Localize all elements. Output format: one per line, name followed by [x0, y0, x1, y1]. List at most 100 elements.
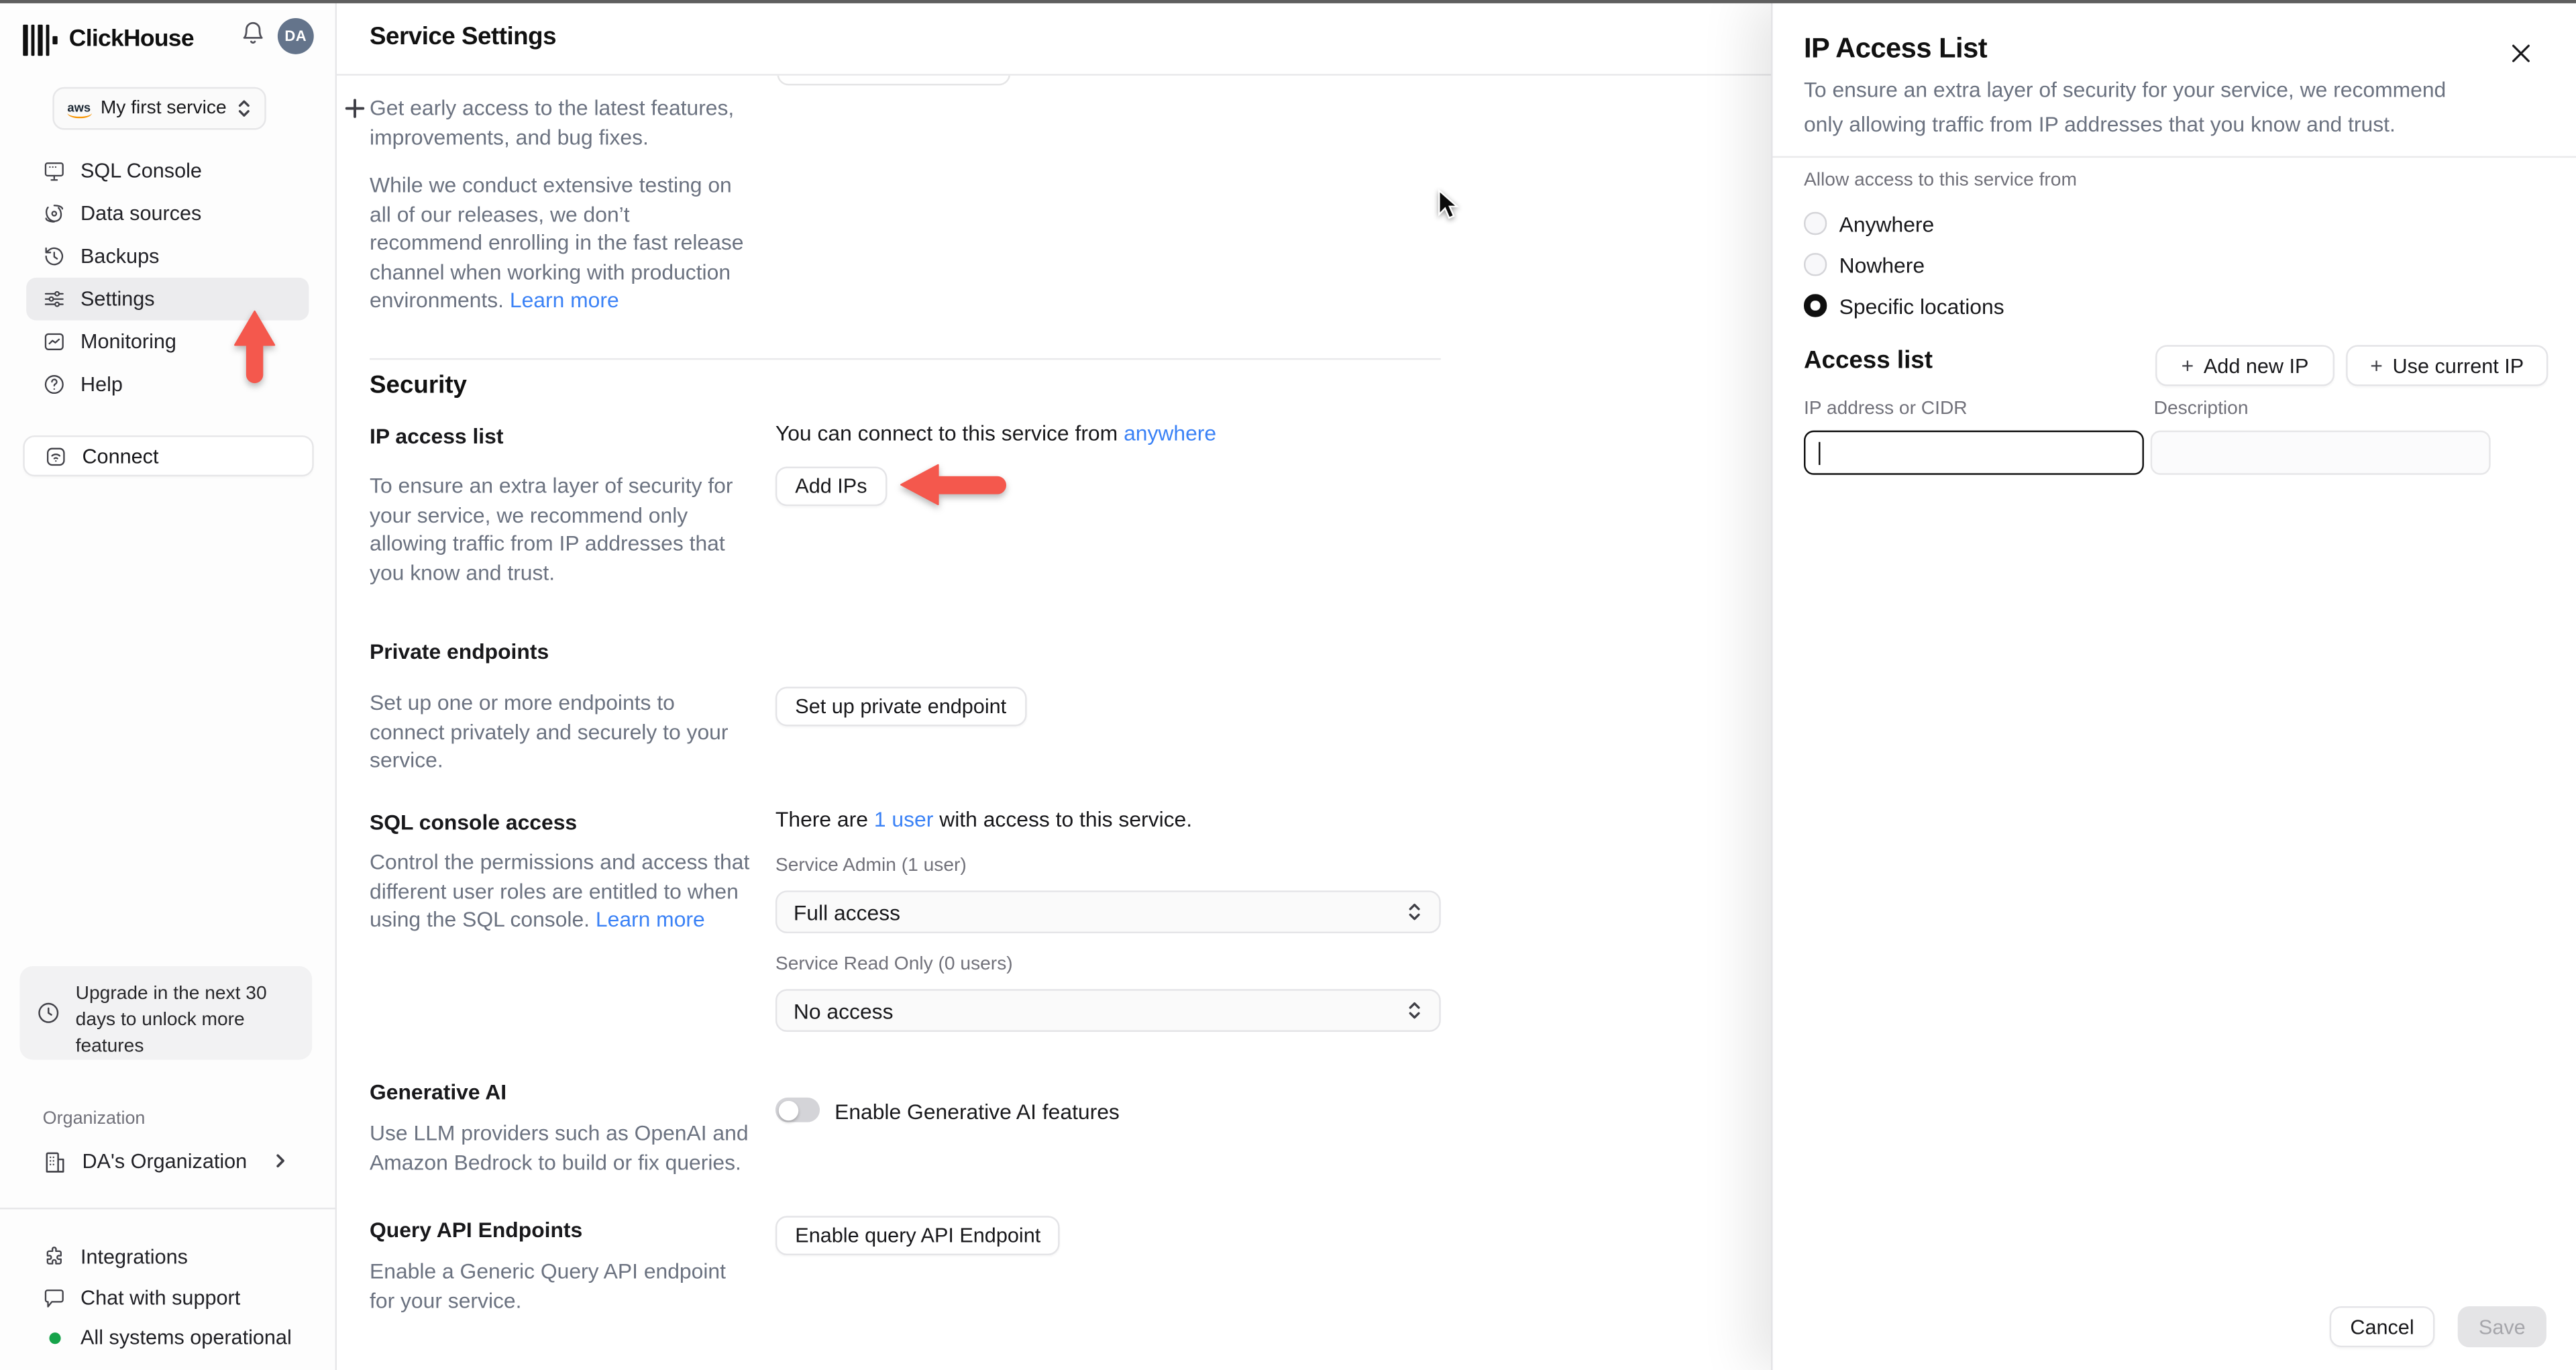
radio-nowhere[interactable]: Nowhere: [1803, 250, 1925, 279]
release-paragraph-2: While we conduct extensive testing on al…: [370, 171, 744, 315]
status-suffix: with access to this service.: [939, 806, 1193, 832]
sql-access-learn-more-link[interactable]: Learn more: [596, 907, 705, 932]
clickhouse-logo-icon: [23, 23, 58, 56]
use-current-ip-button[interactable]: + Use current IP: [2346, 345, 2548, 386]
text-caret: [1819, 441, 1821, 466]
sql-console-icon: [44, 162, 64, 181]
setup-private-endpoint-button[interactable]: Set up private endpoint: [775, 686, 1026, 727]
release-learn-more-link[interactable]: Learn more: [510, 288, 619, 313]
sidebar-item-label: Help: [80, 372, 123, 397]
organization-item[interactable]: DA's Organization: [26, 1142, 309, 1181]
sidebar-item-data-sources[interactable]: Data sources: [26, 193, 309, 235]
service-admin-select[interactable]: Full access: [775, 890, 1441, 934]
service-readonly-label: Service Read Only (0 users): [775, 954, 1013, 975]
clock-icon: [36, 981, 61, 1060]
generative-ai-title: Generative AI: [370, 1079, 507, 1104]
upgrade-notice-text: Upgrade in the next 30 days to unlock mo…: [75, 984, 267, 1057]
red-arrow-up: [233, 310, 276, 384]
service-selector[interactable]: aws My first service: [52, 87, 266, 130]
backups-icon: [45, 247, 64, 266]
description-label: Description: [2153, 399, 2249, 419]
sidebar: ClickHouse DA aws My first service SQL C…: [0, 0, 365, 1370]
sidebar-item-chat-support[interactable]: Chat with support: [26, 1278, 322, 1318]
service-selector-label: My first service: [100, 98, 227, 119]
plus-icon: +: [2181, 353, 2194, 378]
sidebar-item-label: Settings: [80, 287, 155, 311]
page-title: Service Settings: [370, 23, 557, 51]
query-api-description: Enable a Generic Query API endpoint for …: [370, 1258, 726, 1312]
radio-selected-icon: [1803, 294, 1827, 317]
building-icon: [46, 1151, 64, 1172]
status-prefix: There are: [775, 806, 868, 832]
allow-access-label: Allow access to this service from: [1803, 170, 2077, 191]
panel-description: To ensure an extra layer of security for…: [1803, 77, 2447, 137]
sidebar-item-integrations[interactable]: Integrations: [26, 1237, 322, 1277]
panel-divider: [1772, 156, 2576, 158]
generative-ai-toggle-label: Enable Generative AI features: [835, 1099, 1120, 1124]
add-service-button[interactable]: [338, 92, 371, 125]
data-sources-icon: [45, 205, 64, 223]
organization-section-label: Organization: [42, 1109, 146, 1129]
chevron-right-icon: [276, 1154, 284, 1167]
chat-bubble-icon: [44, 1289, 64, 1308]
monitoring-icon: [44, 333, 64, 350]
sidebar-item-backups[interactable]: Backups: [26, 235, 309, 278]
chevron-updown-icon: [1409, 904, 1420, 920]
security-heading: Security: [370, 371, 468, 400]
upgrade-notice[interactable]: Upgrade in the next 30 days to unlock mo…: [19, 966, 313, 1060]
mouse-cursor: [1438, 189, 1459, 219]
brand-name: ClickHouse: [68, 26, 195, 53]
radio-specific-locations[interactable]: Specific locations: [1803, 291, 2004, 320]
plus-icon: +: [2370, 353, 2383, 378]
radio-icon: [1803, 212, 1827, 235]
section-divider: [370, 358, 1441, 360]
release-paragraph-1: Get early access to the latest features,…: [370, 95, 735, 149]
ip-access-list-title: IP access list: [370, 423, 504, 449]
radio-anywhere[interactable]: Anywhere: [1803, 209, 1934, 238]
sidebar-item-sql-console[interactable]: SQL Console: [26, 150, 309, 193]
close-icon[interactable]: [2507, 40, 2533, 66]
connect-button[interactable]: Connect: [23, 435, 314, 477]
description-input[interactable]: [2150, 430, 2491, 475]
access-list-heading: Access list: [1803, 346, 1933, 375]
radio-label: Specific locations: [1839, 293, 2004, 318]
system-status[interactable]: All systems operational: [26, 1318, 322, 1357]
footer-item-label: Integrations: [80, 1245, 188, 1269]
generative-ai-description: Use LLM providers such as OpenAI and Ama…: [370, 1120, 749, 1174]
query-api-title: Query API Endpoints: [370, 1217, 583, 1243]
ip-access-status-text: You can connect to this service from: [775, 420, 1118, 445]
sidebar-item-label: SQL Console: [80, 159, 202, 182]
help-icon: [44, 375, 64, 394]
status-green-dot-icon: [48, 1331, 60, 1344]
aws-logo-icon: aws: [67, 101, 93, 118]
panel-title: IP Access List: [1803, 32, 1988, 64]
private-endpoints-title: Private endpoints: [370, 639, 549, 664]
ip-address-input[interactable]: [1803, 430, 2144, 475]
generative-ai-toggle[interactable]: [775, 1097, 820, 1122]
add-ips-button[interactable]: Add IPs: [775, 466, 887, 507]
ip-address-label: IP address or CIDR: [1803, 399, 1968, 419]
sql-console-access-description: Control the permissions and access that …: [370, 848, 754, 935]
save-button-disabled[interactable]: Save: [2457, 1306, 2546, 1348]
cancel-button[interactable]: Cancel: [2329, 1306, 2435, 1348]
organization-name: DA's Organization: [82, 1150, 248, 1173]
one-user-link[interactable]: 1 user: [874, 806, 934, 831]
clickhouse-app: ClickHouse DA aws My first service SQL C…: [0, 0, 2576, 1370]
sidebar-item-label: Monitoring: [80, 330, 176, 354]
enable-query-api-button[interactable]: Enable query API Endpoint: [775, 1216, 1061, 1256]
sql-access-status: There are 1 user with access to this ser…: [775, 806, 1192, 831]
ip-access-list-panel: IP Access List To ensure an extra layer …: [1771, 0, 2576, 1370]
sidebar-item-label: Data sources: [80, 202, 202, 225]
connect-label: Connect: [82, 444, 159, 468]
red-arrow-left: [900, 464, 1007, 506]
toggle-knob: [777, 1100, 798, 1120]
use-current-ip-label: Use current IP: [2392, 354, 2524, 378]
anywhere-link[interactable]: anywhere: [1124, 421, 1216, 445]
service-admin-label: Service Admin (1 user): [775, 855, 967, 876]
chevron-updown-icon: [1409, 1002, 1420, 1019]
service-readonly-select[interactable]: No access: [775, 989, 1441, 1032]
notifications-bell-icon[interactable]: [240, 19, 266, 53]
add-new-ip-button[interactable]: + Add new IP: [2155, 345, 2335, 386]
private-endpoints-description: Set up one or more endpoints to connect …: [370, 690, 729, 773]
user-avatar[interactable]: DA: [277, 17, 314, 54]
